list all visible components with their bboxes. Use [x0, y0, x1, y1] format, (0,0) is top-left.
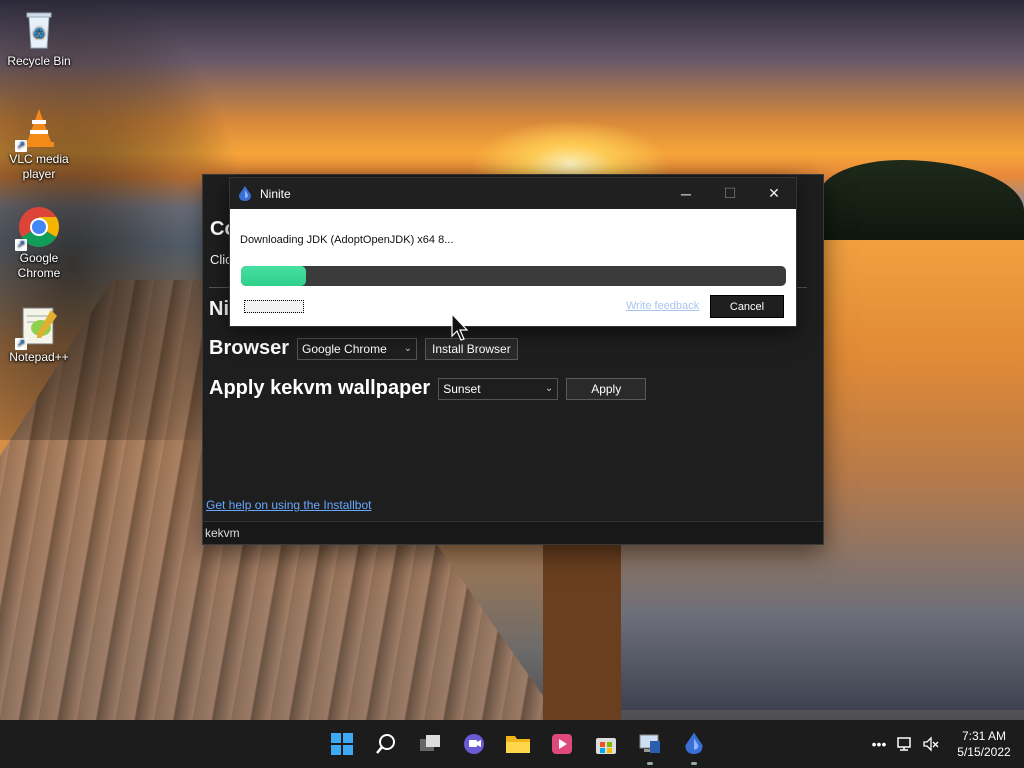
status-bar: kekvm — [203, 521, 823, 544]
ninite-icon — [685, 732, 703, 754]
cancel-button[interactable]: Cancel — [710, 295, 784, 318]
network-icon[interactable] — [892, 720, 918, 768]
chrome-icon: ↗ — [15, 205, 61, 251]
ninite-window: Ninite ─ ☐ ✕ Downloading JDK (AdoptOpenJ… — [229, 177, 797, 327]
running-indicator — [647, 762, 653, 765]
notepad-plus-plus-icon: ↗ — [15, 304, 61, 350]
desktop-icon-label: Notepad++ — [9, 350, 69, 364]
write-feedback-link[interactable]: Write feedback — [626, 300, 699, 312]
apply-button[interactable]: Apply — [566, 377, 647, 400]
shortcut-arrow-icon: ↗ — [15, 239, 27, 251]
download-status: Downloading JDK (AdoptOpenJDK) x64 8... — [240, 234, 454, 246]
install-browser-button[interactable]: Install Browser — [425, 337, 518, 360]
running-indicator — [691, 762, 697, 765]
recycle-bin-icon: ♻ — [17, 8, 61, 52]
details-toggle[interactable] — [244, 300, 304, 313]
system-tray: ••• 7:31 AM 5/15/2022 — [866, 720, 1024, 768]
start-icon — [331, 733, 353, 755]
file-explorer-icon — [506, 736, 530, 753]
wallpaper-post — [543, 520, 621, 720]
browser-select-value: Google Chrome — [302, 341, 387, 356]
task-view-icon — [420, 735, 440, 751]
taskbar-apps — [320, 720, 716, 768]
desktop-icon-label: Google Chrome — [17, 251, 61, 280]
start-button[interactable] — [320, 720, 364, 768]
search-button[interactable] — [364, 720, 408, 768]
search-icon — [376, 734, 395, 754]
volume-muted-icon[interactable] — [918, 720, 944, 768]
shortcut-arrow-icon: ↗ — [15, 140, 27, 152]
maximize-icon[interactable]: ☐ — [708, 178, 752, 209]
clock-date: 5/15/2022 — [957, 745, 1011, 759]
browser-row: Browser Google Chrome ⌄ Install Browser — [209, 337, 518, 360]
browser-select[interactable]: Google Chrome ⌄ — [297, 337, 418, 360]
ninite-title: Ninite — [260, 186, 291, 201]
progress-bar — [241, 266, 786, 286]
file-explorer-button[interactable] — [496, 720, 540, 768]
clock-time: 7:31 AM — [961, 729, 1007, 743]
clock[interactable]: 7:31 AM 5/15/2022 — [944, 728, 1024, 760]
overflow-icon[interactable]: ••• — [866, 720, 892, 768]
chevron-down-icon: ⌄ — [403, 343, 413, 354]
desktop-icon-notepadpp[interactable]: ↗ Notepad++ — [1, 304, 77, 365]
mouse-cursor-icon — [451, 313, 469, 341]
chat-icon — [464, 734, 484, 754]
task-view-button[interactable] — [408, 720, 452, 768]
help-link[interactable]: Get help on using the Installbot — [206, 498, 371, 512]
wallpaper-trees — [820, 160, 1024, 245]
chat-button[interactable] — [452, 720, 496, 768]
shortcut-arrow-icon: ↗ — [15, 338, 27, 350]
progress-fill — [241, 266, 307, 286]
taskbar: ••• 7:31 AM 5/15/2022 — [0, 720, 1024, 768]
desktop-icon-chrome[interactable]: ↗ Google Chrome — [1, 205, 77, 281]
ninite-section-heading: Ni — [209, 298, 229, 320]
media-player-icon — [552, 734, 572, 754]
store-icon — [596, 738, 616, 754]
media-player-button[interactable] — [540, 720, 584, 768]
store-button[interactable] — [584, 720, 628, 768]
desktop-icon-label: Recycle Bin — [7, 54, 71, 68]
ninite-titlebar[interactable]: Ninite ─ ☐ ✕ — [230, 178, 796, 209]
desktop-icon-label: VLC media player — [9, 152, 69, 181]
wallpaper-row: Apply kekvm wallpaper Sunset ⌄ Apply — [209, 377, 647, 400]
svg-text:♻: ♻ — [33, 25, 46, 41]
vlc-icon: ↗ — [15, 106, 61, 152]
installbot-icon — [639, 734, 660, 753]
installbot-taskbar-button[interactable] — [628, 720, 672, 768]
ninite-body: Downloading JDK (AdoptOpenJDK) x64 8... … — [230, 209, 796, 326]
desktop-icon-recycle-bin[interactable]: ♻ Recycle Bin — [1, 8, 77, 69]
wallpaper-select[interactable]: Sunset ⌄ — [438, 377, 559, 400]
chevron-down-icon: ⌄ — [544, 383, 554, 394]
ninite-taskbar-button[interactable] — [672, 720, 716, 768]
close-icon[interactable]: ✕ — [752, 178, 796, 209]
wallpaper-select-value: Sunset — [443, 381, 481, 396]
desktop-icon-vlc[interactable]: ↗ VLC media player — [1, 106, 77, 182]
ninite-icon — [239, 185, 251, 201]
minimize-icon[interactable]: ─ — [664, 178, 708, 209]
wallpaper-label: Apply kekvm wallpaper — [209, 377, 431, 399]
browser-label: Browser — [209, 337, 290, 359]
